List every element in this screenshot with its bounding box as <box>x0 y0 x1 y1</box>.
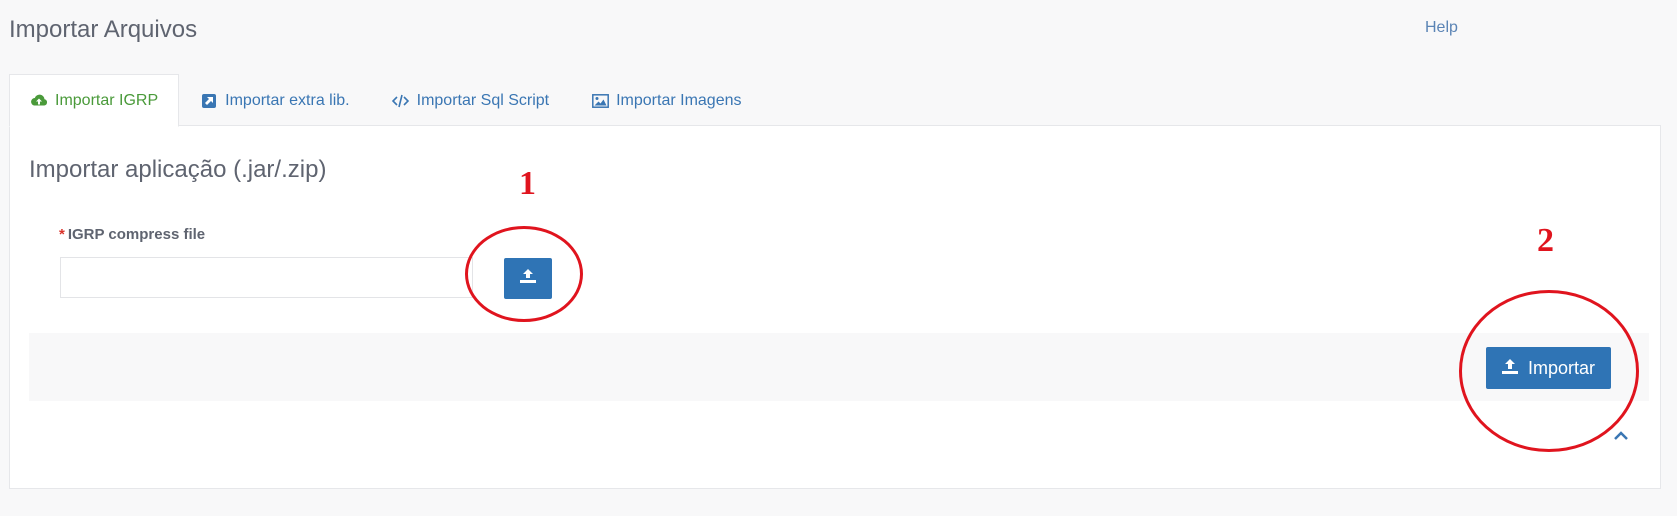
tab-importar-sql-script[interactable]: Importar Sql Script <box>371 74 570 126</box>
tab-bar: Importar IGRP Importar extra lib. Import… <box>9 74 763 127</box>
field-label-text: IGRP compress file <box>67 226 206 243</box>
external-link-icon <box>200 92 218 110</box>
upload-icon <box>520 269 536 288</box>
tab-importar-imagens[interactable]: Importar Imagens <box>570 74 762 126</box>
igrp-compress-file-input[interactable] <box>60 257 473 298</box>
chevron-up-icon <box>1614 427 1628 445</box>
required-marker: * <box>59 226 65 243</box>
tab-label: Importar IGRP <box>55 91 159 109</box>
annotation-marker-2: 2 <box>1537 222 1554 259</box>
file-upload-button[interactable] <box>504 258 552 299</box>
import-panel: Importar aplicação (.jar/.zip) * IGRP com… <box>9 125 1661 489</box>
code-icon <box>392 92 410 110</box>
field-label: * IGRP compress file <box>59 226 205 243</box>
upload-icon <box>1501 358 1518 379</box>
import-button-label: Importar <box>1527 357 1596 378</box>
help-link[interactable]: Help <box>1425 19 1458 37</box>
tab-label: Importar Sql Script <box>416 91 550 109</box>
section-title: Importar aplicação (.jar/.zip) <box>29 156 327 183</box>
tab-importar-extra-lib[interactable]: Importar extra lib. <box>179 74 370 126</box>
tab-importar-igrp[interactable]: Importar IGRP <box>9 74 180 127</box>
tab-label: Importar Imagens <box>616 91 742 109</box>
cloud-upload-icon <box>30 92 48 110</box>
import-button[interactable]: Importar <box>1486 347 1611 389</box>
annotation-marker-1: 1 <box>519 165 536 202</box>
scroll-top-button[interactable] <box>1611 426 1631 446</box>
tab-label: Importar extra lib. <box>225 91 350 109</box>
page-title: Importar Arquivos <box>9 16 198 43</box>
image-icon <box>591 92 609 110</box>
form-footer <box>29 333 1649 401</box>
